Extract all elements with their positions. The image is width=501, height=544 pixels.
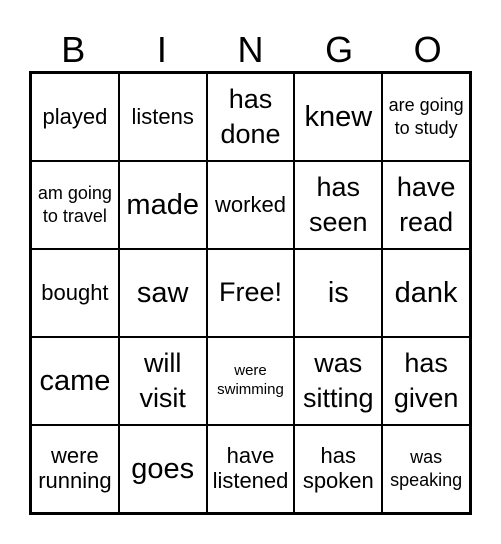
bingo-cell[interactable]: came [31, 337, 119, 425]
bingo-cell[interactable]: has given [382, 337, 470, 425]
bingo-cell[interactable]: am going to travel [31, 161, 119, 249]
header-letter-g: G [325, 29, 354, 70]
bingo-header: B I N G O [29, 28, 472, 72]
bingo-cell[interactable]: was speaking [382, 425, 470, 513]
bingo-cell[interactable]: will visit [118, 337, 207, 425]
header-letter-b: B [61, 29, 86, 70]
bingo-board: played listens has done knew are going t… [29, 71, 472, 515]
bingo-cell[interactable]: were running [31, 425, 119, 513]
header-letter-o: O [413, 29, 442, 70]
bingo-cell[interactable]: knew [294, 73, 383, 161]
bingo-cell[interactable]: was sitting [294, 337, 383, 425]
bingo-cell[interactable]: has spoken [294, 425, 383, 513]
bingo-cell[interactable]: dank [382, 249, 470, 337]
bingo-cell[interactable]: played [31, 73, 119, 161]
bingo-cell[interactable]: has seen [294, 161, 383, 249]
bingo-cell[interactable]: have read [382, 161, 470, 249]
bingo-cell[interactable]: goes [118, 425, 207, 513]
header-letter-i: I [156, 29, 167, 70]
bingo-cell[interactable]: made [118, 161, 207, 249]
bingo-cell[interactable]: are going to study [382, 73, 470, 161]
bingo-cell[interactable]: have listened [206, 425, 295, 513]
bingo-cell[interactable]: worked [206, 161, 295, 249]
bingo-cell[interactable]: is [294, 249, 383, 337]
bingo-cell[interactable]: bought [31, 249, 119, 337]
bingo-cell[interactable]: were swimming [206, 337, 295, 425]
free-space[interactable]: Free! [206, 249, 295, 337]
header-letter-n: N [237, 29, 264, 70]
bingo-cell[interactable]: saw [118, 249, 207, 337]
bingo-cell[interactable]: has done [206, 73, 295, 161]
bingo-cell[interactable]: listens [118, 73, 207, 161]
